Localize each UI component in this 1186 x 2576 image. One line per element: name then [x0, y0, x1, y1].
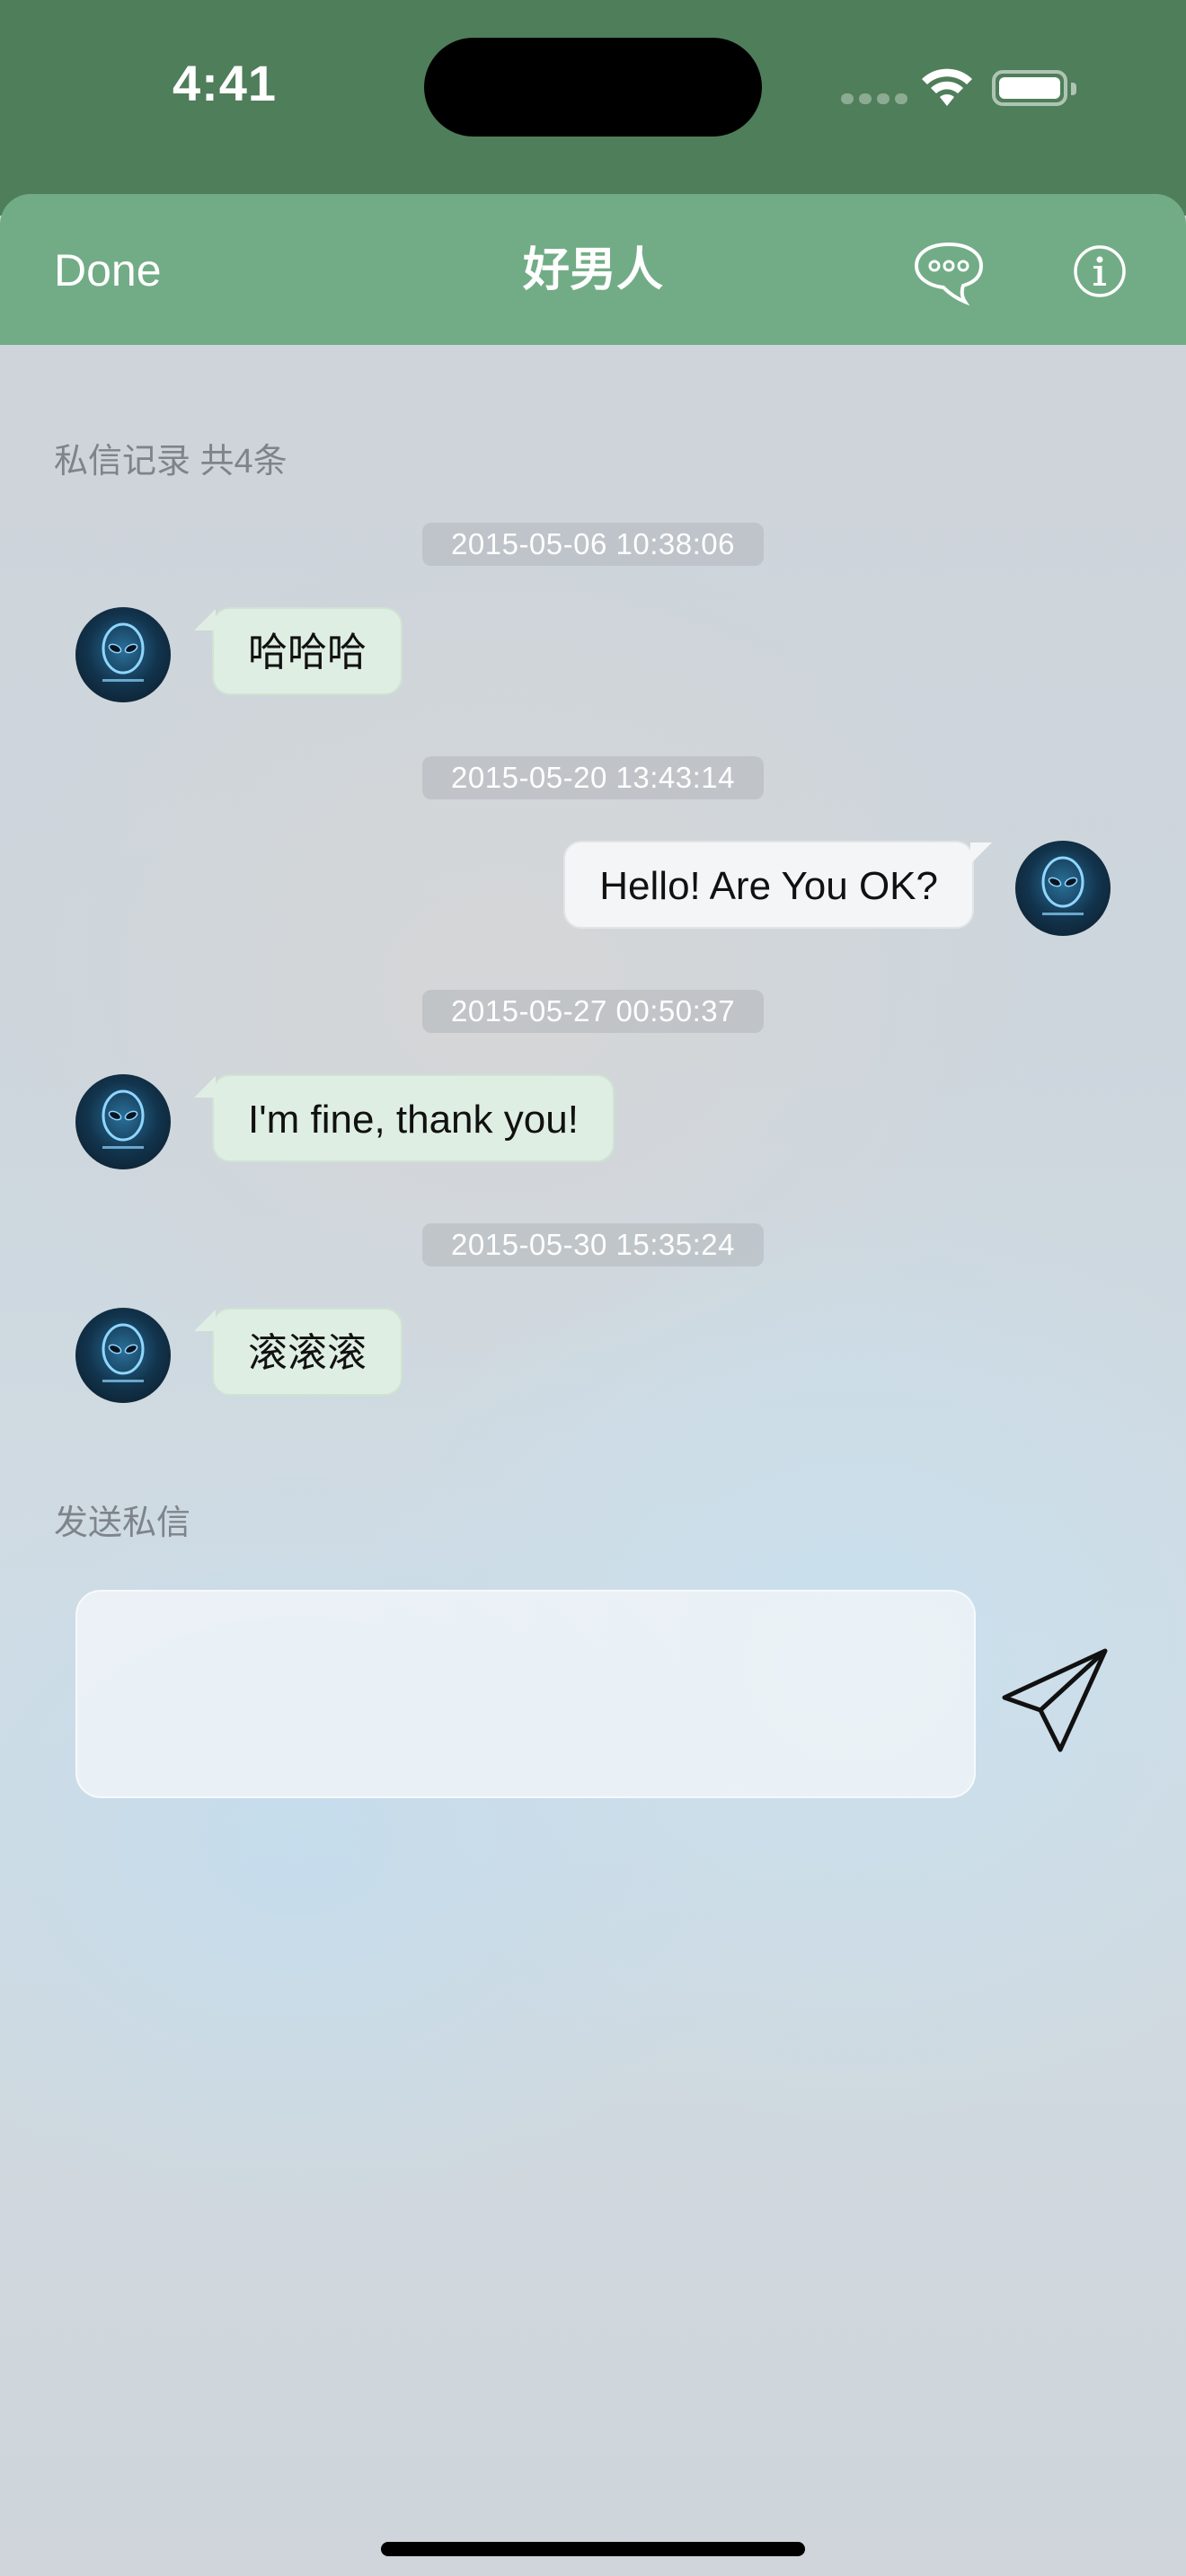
done-button[interactable]: Done [54, 239, 162, 302]
avatar[interactable] [75, 1308, 171, 1403]
alien-head-icon [1041, 856, 1084, 915]
underlying-nav-bar: 4:41 [0, 0, 1186, 216]
battery-icon [992, 70, 1076, 106]
message-bubble-incoming[interactable]: 滚滚滚 [194, 1308, 403, 1396]
chat-bubble-ellipsis-icon[interactable] [913, 239, 985, 307]
status-time: 4:41 [172, 55, 278, 111]
message-bubble-outgoing[interactable]: Hello! Are You OK? [563, 841, 974, 929]
info-circle-icon[interactable] [1073, 244, 1127, 298]
history-header: 私信记录 共4条 [54, 443, 288, 481]
avatar[interactable] [75, 607, 171, 702]
home-indicator [381, 2542, 805, 2556]
wifi-icon [922, 68, 972, 106]
message-timestamp: 2015-05-06 10:38:06 [422, 523, 764, 566]
alien-head-icon [102, 1090, 145, 1149]
message-input[interactable] [75, 1590, 976, 1798]
paper-plane-icon[interactable] [999, 1642, 1112, 1755]
message-timestamp: 2015-05-20 13:43:14 [422, 756, 764, 799]
message-timestamp: 2015-05-30 15:35:24 [422, 1223, 764, 1266]
avatar[interactable] [75, 1074, 171, 1169]
message-bubble-incoming[interactable]: 哈哈哈 [194, 607, 403, 695]
message-bubble-incoming[interactable]: I'm fine, thank you! [194, 1074, 615, 1162]
messages-sheet: Done 好男人 私信记录 共4条 2015-05-06 10:38:06 哈哈… [0, 194, 1186, 2576]
message-timestamp: 2015-05-27 00:50:37 [422, 990, 764, 1033]
alien-head-icon [102, 622, 145, 682]
dynamic-island [424, 38, 762, 137]
sheet-nav-bar: Done 好男人 [0, 194, 1186, 345]
avatar[interactable] [1015, 841, 1111, 936]
alien-head-icon [102, 1323, 145, 1382]
page-title: 好男人 [522, 244, 663, 296]
compose-header: 发送私信 [54, 1504, 191, 1542]
